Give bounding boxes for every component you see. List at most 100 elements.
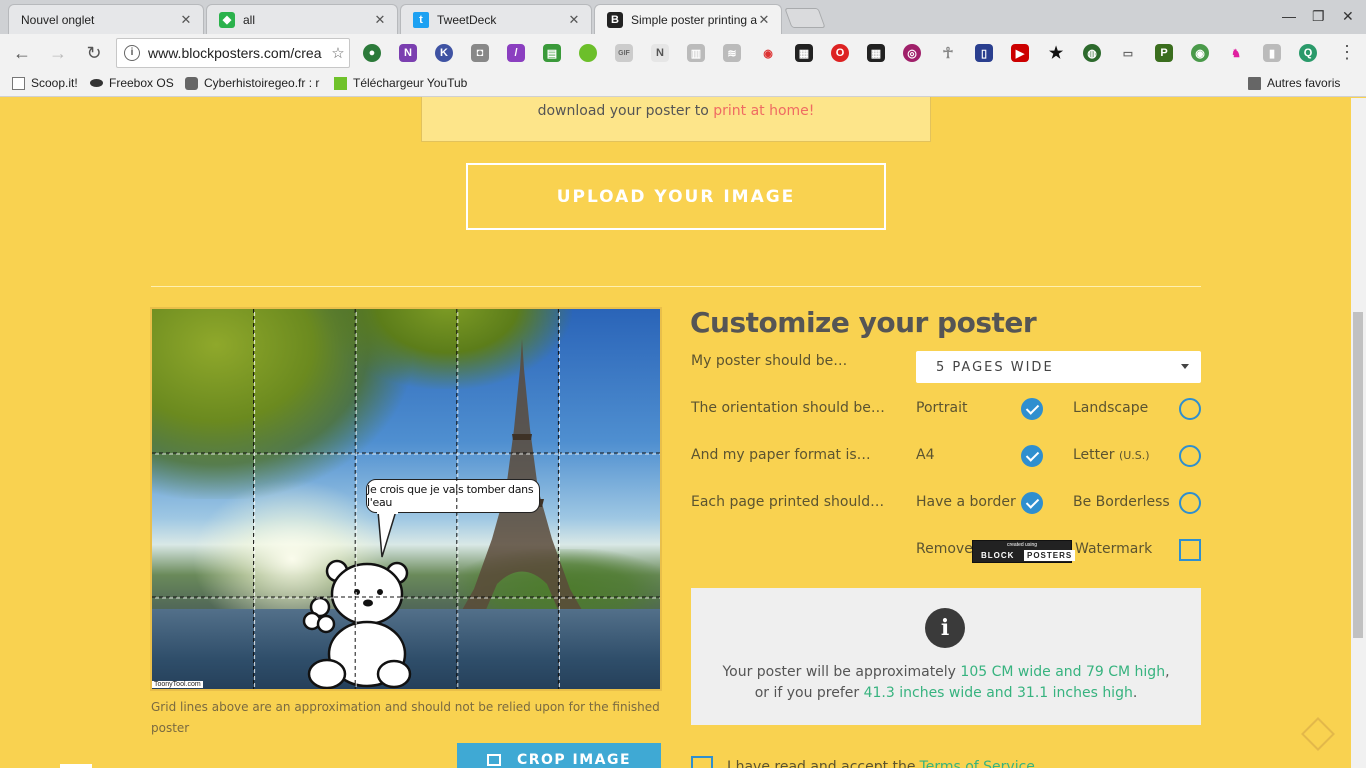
remove-watermark-checkbox[interactable] <box>1179 539 1201 561</box>
page-icon <box>12 76 25 90</box>
twitter-icon: t <box>413 11 429 28</box>
portrait-label[interactable]: Portrait <box>916 400 967 416</box>
bookmarks-bar: Scoop.it! Freebox OS Cyberhistoiregeo.fr… <box>0 72 1366 97</box>
tab-nouvel-onglet[interactable]: Nouvel onglet ✕ <box>8 4 204 34</box>
forward-arrow-icon[interactable]: → <box>48 43 68 64</box>
borderless-label[interactable]: Be Borderless <box>1073 494 1170 510</box>
tab-label: Simple poster printing a <box>631 13 757 27</box>
tab-close-icon[interactable]: ✕ <box>179 12 193 28</box>
unicorn-icon[interactable]: ♞ <box>1227 44 1245 62</box>
notion-icon[interactable]: N <box>651 44 669 62</box>
a4-radio[interactable] <box>1021 445 1043 467</box>
tab-bar: Nouvel onglet ✕ ◆ all ✕ t TweetDeck ✕ B … <box>0 0 1366 35</box>
print-at-home-link[interactable]: print at home! <box>713 103 814 119</box>
size-imperial-line: or if you prefer 41.3 inches wide and 31… <box>691 685 1201 701</box>
turtle-icon[interactable]: ◍ <box>1083 44 1101 62</box>
landscape-label[interactable]: Landscape <box>1073 400 1148 416</box>
site-info-icon[interactable]: i <box>124 45 140 61</box>
minimize-icon[interactable]: — <box>1282 8 1296 24</box>
search-ext-icon[interactable]: Q <box>1299 44 1317 62</box>
tab-close-icon[interactable]: ✕ <box>757 12 771 28</box>
qr-code-icon[interactable]: ▦ <box>795 44 813 62</box>
remove-watermark-label[interactable]: Remove <box>916 541 973 557</box>
upload-image-button[interactable]: UPLOAD YOUR IMAGE <box>466 163 886 230</box>
qr-code-2-icon[interactable]: ▦ <box>867 44 885 62</box>
tab-close-icon[interactable]: ✕ <box>373 12 387 28</box>
browser-menu-icon[interactable]: ⋮ <box>1338 42 1356 63</box>
bookmark-freebox[interactable]: Freebox OS <box>90 76 174 90</box>
letter-label[interactable]: Letter (U.S.) <box>1073 447 1150 463</box>
tab-label: all <box>243 12 256 27</box>
page-grid-overlay <box>152 309 660 689</box>
watermark-badge-posters: POSTERS <box>1024 550 1076 561</box>
bookmark-scoopit[interactable]: Scoop.it! <box>12 76 78 90</box>
portrait-radio[interactable] <box>1021 398 1043 420</box>
extension-ghostery-icon[interactable]: ● <box>363 44 381 62</box>
tab-feedly-all[interactable]: ◆ all ✕ <box>206 4 398 34</box>
bookmark-label: Téléchargeur YouTub <box>353 76 468 90</box>
bookmark-cyberhistoiregeo[interactable]: Cyberhistoiregeo.fr : r <box>185 76 319 90</box>
scrollbar-thumb[interactable] <box>1353 312 1363 638</box>
terms-checkbox[interactable] <box>691 756 713 768</box>
a4-label[interactable]: A4 <box>916 447 934 463</box>
size-imperial-value: 41.3 inches wide and 31.1 inches high <box>863 685 1133 701</box>
ext-grey-icon[interactable]: ▮ <box>1263 44 1281 62</box>
bookmark-label: Autres favoris <box>1267 76 1341 90</box>
terms-of-service-link[interactable]: Terms of Service <box>920 759 1035 768</box>
bookmark-other-favorites[interactable]: Autres favoris <box>1248 76 1340 90</box>
ankh-icon[interactable]: ☥ <box>939 44 957 62</box>
letter-radio[interactable] <box>1179 445 1201 467</box>
bookmark-label: Freebox OS <box>109 76 174 90</box>
maximize-icon[interactable]: ❐ <box>1312 8 1325 25</box>
green-dot-icon[interactable] <box>579 44 597 62</box>
print-icon[interactable]: ▤ <box>543 44 561 62</box>
bookmark-star-icon[interactable]: ☆ <box>327 44 349 62</box>
close-window-icon[interactable]: ✕ <box>1342 8 1354 25</box>
folder-icon <box>1248 76 1261 90</box>
reload-icon[interactable]: ↻ <box>84 43 104 64</box>
url-text[interactable]: www.blockposters.com/crea <box>148 45 327 61</box>
pen-icon[interactable]: / <box>507 44 525 62</box>
landscape-radio[interactable] <box>1179 398 1201 420</box>
star-black-icon[interactable]: ★ <box>1047 44 1065 62</box>
crop-button-label: CROP IMAGE <box>516 752 632 768</box>
back-arrow-icon[interactable]: ← <box>12 43 32 64</box>
tab-tweetdeck[interactable]: t TweetDeck ✕ <box>400 4 592 34</box>
broadcast-icon[interactable]: ◉ <box>759 44 777 62</box>
paper-format-label: And my paper format is… <box>691 447 871 463</box>
tab-blockposters[interactable]: B Simple poster printing a ✕ <box>594 4 782 35</box>
have-border-radio[interactable] <box>1021 492 1043 514</box>
pdf-icon[interactable]: P <box>1155 44 1173 62</box>
onenote-icon[interactable]: N <box>399 44 417 62</box>
tab-close-icon[interactable]: ✕ <box>567 12 581 28</box>
youtube-icon[interactable]: ▶ <box>1011 44 1029 62</box>
donut-icon[interactable]: ◎ <box>903 44 921 62</box>
book-icon[interactable]: ▯ <box>975 44 993 62</box>
size-label: My poster should be… <box>691 353 848 369</box>
section-divider <box>151 286 1201 287</box>
opera-icon[interactable]: O <box>831 44 849 62</box>
bookmark-youtube-downloader[interactable]: Téléchargeur YouTub <box>334 76 470 90</box>
have-border-label[interactable]: Have a border <box>916 494 1016 510</box>
gif-icon[interactable]: GIF <box>615 44 633 62</box>
poster-size-info: i Your poster will be approximately 105 … <box>691 588 1201 725</box>
letter-us-note: (U.S.) <box>1118 449 1150 462</box>
size-metric-value: 105 CM wide and 79 CM high <box>960 664 1166 680</box>
pages-wide-select[interactable]: 5 PAGES WIDE <box>916 351 1201 383</box>
borderless-radio[interactable] <box>1179 492 1201 514</box>
watermark-label[interactable]: Watermark <box>1075 541 1152 557</box>
notice-text: download your poster to <box>537 103 709 119</box>
klout-icon[interactable]: K <box>435 44 453 62</box>
reader-icon[interactable]: ▥ <box>687 44 705 62</box>
terms-row: I have read and accept the Terms of Serv… <box>691 756 1035 768</box>
customize-title: Customize your poster <box>690 306 1037 339</box>
address-bar[interactable]: i www.blockposters.com/crea ☆ <box>116 38 350 68</box>
crop-image-button[interactable]: CROP IMAGE <box>457 743 661 768</box>
camera-icon[interactable]: ◘ <box>471 44 489 62</box>
new-tab-button[interactable] <box>784 8 826 28</box>
cast-icon[interactable]: ▭ <box>1119 44 1137 62</box>
rss-icon[interactable]: ≋ <box>723 44 741 62</box>
eye-icon[interactable]: ◉ <box>1191 44 1209 62</box>
feedly-float-icon[interactable] <box>1301 717 1335 751</box>
poster-preview: Je crois que je vais tomber dans l'eau T… <box>150 307 662 691</box>
